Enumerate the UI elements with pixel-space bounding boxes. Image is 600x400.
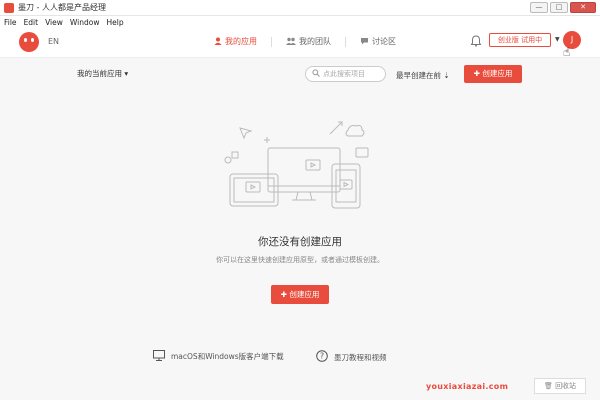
sort-toggle[interactable]: 最早创建在前 ⇣	[396, 70, 450, 81]
create-app-center-label: 创建应用	[289, 290, 320, 299]
create-app-label: 创建应用	[482, 69, 513, 78]
bell-icon[interactable]	[470, 35, 482, 47]
search-icon	[312, 69, 320, 79]
menu-help[interactable]: Help	[106, 18, 123, 27]
nav-forum[interactable]: 讨论区	[346, 36, 410, 47]
site-watermark: youxiaxiazai.com	[426, 382, 509, 391]
tutorial-label: 墨刀教程和视频	[334, 352, 387, 362]
minimize-button[interactable]: —	[530, 2, 548, 13]
sort-label: 最早创建在前	[396, 71, 441, 80]
empty-state-subtitle: 你可以在这里快速创建应用原型，或者通过模板创建。	[216, 256, 384, 264]
svg-text:?: ?	[320, 352, 324, 361]
menu-window[interactable]: Window	[70, 18, 100, 27]
close-button[interactable]: ✕	[570, 2, 596, 13]
empty-state-title: 你还没有创建应用	[258, 236, 342, 248]
create-app-button[interactable]: ✚ 创建应用	[464, 65, 522, 83]
app-icon	[4, 2, 14, 13]
language-toggle[interactable]: EN	[48, 37, 59, 46]
window-titlebar: 墨刀 - 人人都是产品经理 — □ ✕	[0, 0, 600, 16]
menu-view[interactable]: View	[45, 18, 63, 27]
window-title: 墨刀 - 人人都是产品经理	[18, 3, 106, 12]
client-download-link[interactable]: macOS和Windows版客户端下载	[153, 350, 284, 363]
search-box[interactable]	[305, 66, 386, 82]
menu-edit[interactable]: Edit	[24, 18, 39, 27]
trash-button[interactable]: 🗑 回收站	[534, 378, 586, 394]
tutorial-link[interactable]: ? 墨刀教程和视频	[316, 350, 387, 364]
trash-label: 回收站	[555, 382, 577, 390]
search-input[interactable]	[323, 70, 383, 78]
plan-trial-button[interactable]: 创业版 试用中	[489, 33, 551, 47]
app-header: EN 我的应用 我的团队 讨论区 创业版 试用中 ▼ J ☝	[0, 28, 600, 59]
maximize-button[interactable]: □	[550, 2, 568, 13]
caret-down-icon: ▾	[124, 69, 129, 78]
current-apps-dropdown[interactable]: 我的当前应用 ▾	[77, 68, 128, 79]
nav-my-team-label: 我的团队	[299, 37, 331, 46]
monitor-icon	[153, 350, 165, 363]
pointer-cursor-icon: ☝	[563, 45, 571, 59]
sort-order-icon: ⇣	[443, 71, 450, 80]
main-content: 我的当前应用 ▾ 最早创建在前 ⇣ ✚ 创建应用	[0, 58, 600, 400]
client-download-label: macOS和Windows版客户端下载	[171, 352, 284, 361]
question-icon: ?	[316, 350, 328, 364]
nav-my-team[interactable]: 我的团队	[272, 36, 345, 47]
menu-bar: File Edit View Window Help	[0, 16, 600, 28]
user-icon	[214, 37, 222, 47]
trash-icon: 🗑	[543, 382, 556, 390]
main-nav: 我的应用 我的团队 讨论区	[200, 36, 410, 47]
chevron-down-icon[interactable]: ▼	[555, 36, 560, 43]
nav-my-apps[interactable]: 我的应用	[200, 36, 271, 47]
chat-icon	[360, 37, 369, 47]
window-controls: — □ ✕	[530, 2, 596, 13]
team-icon	[286, 37, 296, 47]
create-app-center-button[interactable]: ✚ 创建应用	[271, 285, 329, 304]
nav-my-apps-label: 我的应用	[225, 37, 257, 46]
menu-file[interactable]: File	[4, 18, 17, 27]
current-apps-label: 我的当前应用	[77, 69, 122, 78]
logo-icon[interactable]	[19, 32, 39, 52]
empty-state-illustration	[220, 120, 380, 210]
nav-forum-label: 讨论区	[372, 37, 396, 46]
